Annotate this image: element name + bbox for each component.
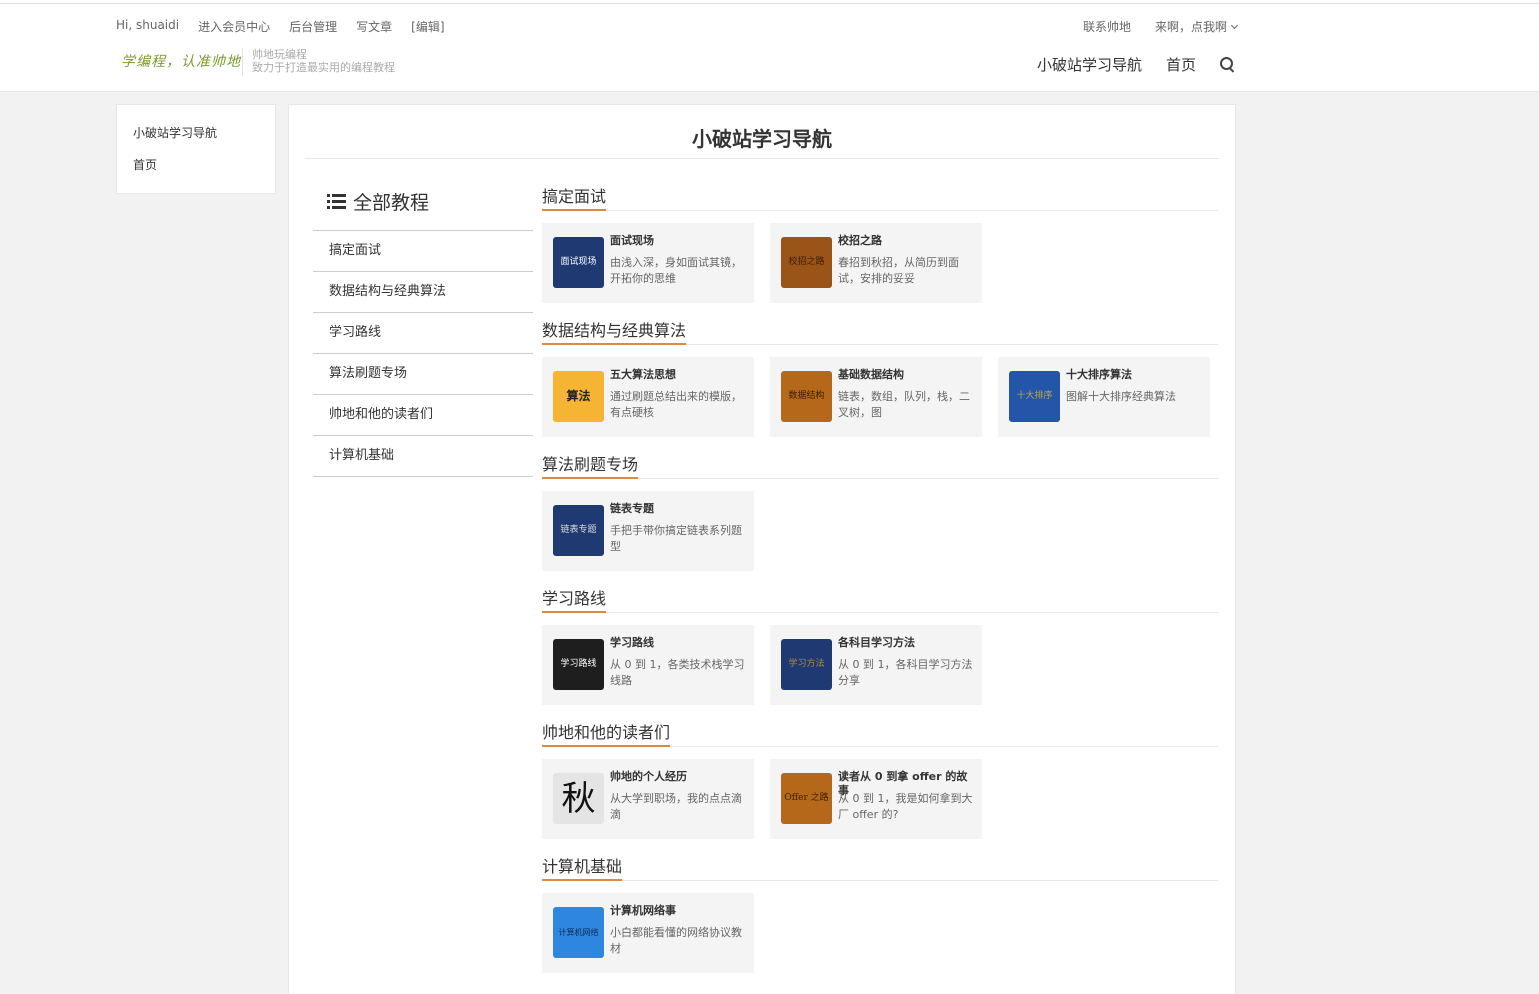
catalog-item-cs-basics[interactable]: 计算机基础: [313, 436, 533, 477]
card-title: 读者从 0 到拿 offer 的故事: [838, 770, 968, 797]
member-center-link[interactable]: 进入会员中心: [198, 18, 270, 35]
catalog-item-leetcode[interactable]: 算法刷题专场: [313, 354, 533, 395]
section-title[interactable]: 数据结构与经典算法: [542, 319, 687, 345]
tutorial-card[interactable]: 链表专题 链表专题 手把手带你搞定链表系列题型: [542, 491, 754, 571]
card-thumbnail: Offer 之路: [781, 773, 832, 824]
tutorial-card[interactable]: Offer 之路 读者从 0 到拿 offer 的故事从 0 到 1，我是如何拿…: [770, 759, 982, 839]
card-description: 从 0 到 1，各科目学习方法分享: [838, 658, 973, 687]
card-title: 五大算法思想: [610, 368, 676, 381]
tutorial-card[interactable]: 计算机网络 计算机网络事小白都能看懂的网络协议教材: [542, 893, 754, 973]
catalog-item-roadmap[interactable]: 学习路线: [313, 313, 533, 354]
search-icon[interactable]: [1220, 56, 1236, 73]
top-links: Hi, shuaidi 进入会员中心 后台管理 写文章 [编辑]: [116, 18, 445, 35]
card-description: 链表，数组，队列，栈，二叉树，图: [838, 390, 970, 419]
card-thumbnail: 算法: [553, 371, 604, 422]
section-roadmap: 学习路线 学习路线 学习路线从 0 到 1，各类技术栈学习线路 学习方法 各科目…: [542, 587, 1218, 705]
catalog-heading-label: 全部教程: [353, 191, 430, 214]
card-thumbnail: 校招之路: [781, 237, 832, 288]
card-title: 十大排序算法: [1066, 368, 1132, 381]
card-description: 通过刷题总结出来的模版，有点硬核: [610, 390, 742, 419]
tutorial-catalog: 全部教程 搞定面试 数据结构与经典算法 学习路线 算法刷题专场 帅地和他的读者们…: [313, 185, 533, 477]
card-title: 帅地的个人经历: [610, 770, 687, 783]
card-description: 从 0 到 1，我是如何拿到大厂 offer 的?: [838, 792, 973, 821]
card-title: 链表专题: [610, 502, 654, 515]
tagline-line-1: 帅地玩编程: [252, 48, 307, 61]
card-title: 学习路线: [610, 636, 654, 649]
list-icon: [327, 193, 347, 209]
catalog-heading: 全部教程: [313, 188, 533, 214]
section-algorithms: 数据结构与经典算法 算法 五大算法思想通过刷题总结出来的模版，有点硬核 数据结构…: [542, 319, 1218, 437]
card-thumbnail: 学习路线: [553, 639, 604, 690]
site-header: Hi, shuaidi 进入会员中心 后台管理 写文章 [编辑] 联系帅地 来啊…: [0, 4, 1539, 92]
main-nav: 小破站学习导航 首页: [1037, 54, 1236, 75]
tutorial-card[interactable]: 学习路线 学习路线从 0 到 1，各类技术栈学习线路: [542, 625, 754, 705]
write-article-link[interactable]: 写文章: [356, 18, 392, 35]
card-thumbnail: 链表专题: [553, 505, 604, 556]
sidebar-menu: 小破站学习导航 首页: [116, 104, 276, 194]
tutorial-sections: 搞定面试 面试现场 面试现场 由浅入深，身如面试其镜，开拓你的思维 校招之路 校招…: [542, 185, 1218, 989]
tutorial-card[interactable]: 秋 帅地的个人经历从大学到职场，我的点点滴滴: [542, 759, 754, 839]
greeting-text: Hi, shuaidi: [116, 18, 180, 32]
card-title: 面试现场: [610, 234, 654, 247]
section-title[interactable]: 搞定面试: [542, 185, 607, 211]
user-menu[interactable]: 来啊，点我啊: [1154, 18, 1239, 35]
card-description: 手把手带你搞定链表系列题型: [610, 524, 742, 553]
tutorial-card[interactable]: 面试现场 面试现场 由浅入深，身如面试其镜，开拓你的思维: [542, 223, 754, 303]
main-content: 小破站学习导航 全部教程 搞定面试 数据结构与经典算法 学习路线 算法刷题专场 …: [288, 104, 1236, 994]
card-title: 校招之路: [838, 234, 882, 247]
chevron-down-icon: [1230, 21, 1239, 30]
tagline-line-2: 致力于打造最实用的编程教程: [252, 61, 395, 74]
tutorial-card[interactable]: 学习方法 各科目学习方法从 0 到 1，各科目学习方法分享: [770, 625, 982, 705]
card-title: 计算机网络事: [610, 904, 676, 917]
card-title: 基础数据结构: [838, 368, 904, 381]
site-tagline: 帅地玩编程 致力于打造最实用的编程教程: [252, 48, 395, 74]
card-thumbnail: 数据结构: [781, 371, 832, 422]
top-right-links: 联系帅地 来啊，点我啊: [1083, 18, 1239, 35]
catalog-item-algorithms[interactable]: 数据结构与经典算法: [313, 272, 533, 313]
card-description: 从大学到职场，我的点点滴滴: [610, 792, 742, 821]
tutorial-card[interactable]: 校招之路 校招之路 春招到秋招，从简历到面试，安排的妥妥: [770, 223, 982, 303]
card-thumbnail: 面试现场: [553, 237, 604, 288]
card-thumbnail: 学习方法: [781, 639, 832, 690]
section-title[interactable]: 帅地和他的读者们: [542, 721, 671, 747]
card-thumbnail: 秋: [553, 773, 604, 824]
section-readers: 帅地和他的读者们 秋 帅地的个人经历从大学到职场，我的点点滴滴 Offer 之路…: [542, 721, 1218, 839]
section-leetcode: 算法刷题专场 链表专题 链表专题 手把手带你搞定链表系列题型: [542, 453, 1218, 571]
catalog-list: 搞定面试 数据结构与经典算法 学习路线 算法刷题专场 帅地和他的读者们 计算机基…: [313, 230, 533, 477]
tutorial-card[interactable]: 数据结构 基础数据结构链表，数组，队列，栈，二叉树，图: [770, 357, 982, 437]
logo-divider: [242, 48, 243, 76]
sidebar-item-home[interactable]: 首页: [133, 151, 259, 183]
card-title: 各科目学习方法: [838, 636, 915, 649]
site-logo[interactable]: 学编程，认准帅地: [121, 51, 241, 71]
card-description: 春招到秋招，从简历到面试，安排的妥妥: [838, 256, 959, 285]
contact-link[interactable]: 联系帅地: [1083, 18, 1131, 35]
page-title: 小破站学习导航: [692, 127, 832, 151]
tutorial-card[interactable]: 十大排序 十大排序算法图解十大排序经典算法: [998, 357, 1210, 437]
title-divider: [305, 158, 1219, 159]
catalog-item-interview[interactable]: 搞定面试: [313, 231, 533, 272]
user-menu-label: 来啊，点我啊: [1154, 20, 1227, 34]
section-title[interactable]: 计算机基础: [542, 855, 623, 881]
section-cs-basics: 计算机基础 计算机网络 计算机网络事小白都能看懂的网络协议教材: [542, 855, 1218, 973]
section-title[interactable]: 算法刷题专场: [542, 453, 639, 479]
card-thumbnail: 计算机网络: [553, 907, 604, 958]
admin-link[interactable]: 后台管理: [289, 18, 337, 35]
card-description: 小白都能看懂的网络协议教材: [610, 926, 742, 955]
card-description: 从 0 到 1，各类技术栈学习线路: [610, 658, 745, 687]
card-description: 图解十大排序经典算法: [1066, 390, 1176, 403]
nav-home[interactable]: 首页: [1166, 54, 1196, 75]
section-interview: 搞定面试 面试现场 面试现场 由浅入深，身如面试其镜，开拓你的思维 校招之路 校招…: [542, 185, 1218, 303]
card-description: 由浅入深，身如面试其镜，开拓你的思维: [610, 256, 742, 285]
sidebar-item-learning-guide[interactable]: 小破站学习导航: [133, 119, 259, 151]
nav-learning-guide[interactable]: 小破站学习导航: [1037, 54, 1142, 75]
section-title[interactable]: 学习路线: [542, 587, 607, 613]
card-thumbnail: 十大排序: [1009, 371, 1060, 422]
edit-link[interactable]: [编辑]: [411, 18, 444, 35]
tutorial-card[interactable]: 算法 五大算法思想通过刷题总结出来的模版，有点硬核: [542, 357, 754, 437]
catalog-item-readers[interactable]: 帅地和他的读者们: [313, 395, 533, 436]
